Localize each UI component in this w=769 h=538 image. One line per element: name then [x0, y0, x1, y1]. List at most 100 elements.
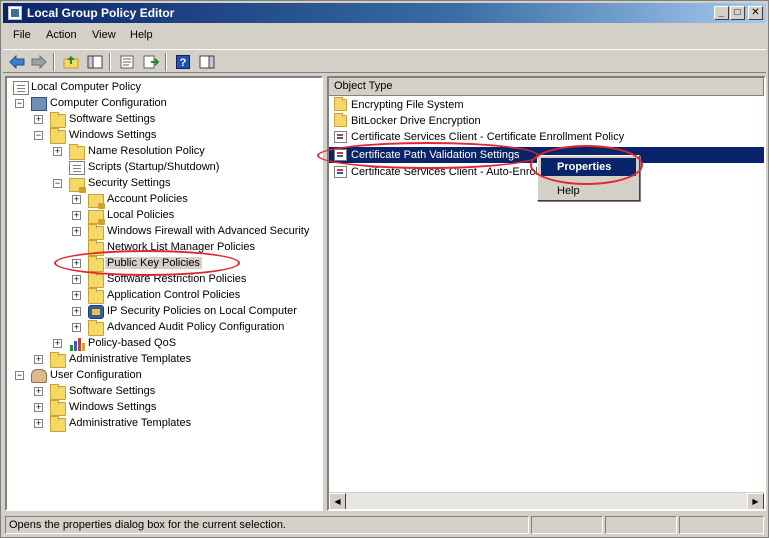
tree-item-name-resolution-policy[interactable]: + Name Resolution Policy	[7, 144, 321, 160]
tree-item-cc-software-settings[interactable]: + Software Settings	[7, 112, 321, 128]
menu-bar: File Action View Help	[3, 25, 766, 47]
window-title: Local Group Policy Editor	[27, 6, 175, 20]
app-window: Local Group Policy Editor _ □ ✕ File Act…	[0, 0, 769, 538]
expand-icon[interactable]: +	[72, 307, 81, 316]
up-folder-icon[interactable]	[61, 52, 81, 72]
tree-item-cc-admin-templates[interactable]: + Administrative Templates	[7, 352, 321, 368]
menu-item-help[interactable]: Help	[541, 182, 636, 200]
help-icon[interactable]: ?	[173, 52, 193, 72]
expand-icon[interactable]: +	[72, 323, 81, 332]
menu-action[interactable]: Action	[46, 29, 77, 41]
collapse-icon[interactable]: −	[53, 179, 62, 188]
list-item[interactable]: Encrypting File System	[329, 97, 764, 113]
folder-icon	[88, 320, 104, 336]
console-tree[interactable]: Local Computer Policy − Computer Configu…	[5, 76, 323, 511]
tree-item-scripts[interactable]: Scripts (Startup/Shutdown)	[7, 160, 321, 176]
status-bar: Opens the properties dialog box for the …	[3, 515, 766, 535]
collapse-icon[interactable]: −	[34, 131, 43, 140]
certificate-icon	[334, 131, 347, 143]
folder-icon	[88, 240, 104, 256]
context-menu: Properties Help	[537, 155, 640, 201]
certificate-icon	[334, 166, 347, 178]
tree-item-user-configuration[interactable]: − User Configuration	[7, 368, 321, 384]
expand-icon[interactable]: +	[34, 115, 43, 124]
maximize-button[interactable]: □	[730, 6, 745, 20]
status-panel-2	[531, 516, 603, 534]
scroll-right-button[interactable]: ▶	[747, 493, 764, 509]
menu-file[interactable]: File	[13, 29, 31, 41]
folder-icon	[334, 97, 347, 111]
tree-item-local-policies[interactable]: + Local Policies	[7, 208, 321, 225]
show-hide-tree-icon[interactable]	[85, 52, 105, 72]
minimize-button[interactable]: _	[714, 6, 729, 20]
status-panel-4	[679, 516, 764, 534]
expand-icon[interactable]: +	[53, 147, 62, 156]
list-header: Object Type	[329, 78, 764, 96]
tree-item-uc-admin-templates[interactable]: + Administrative Templates	[7, 416, 321, 432]
expand-icon[interactable]: +	[34, 355, 43, 364]
tree-item-uc-windows-settings[interactable]: + Windows Settings	[7, 400, 321, 416]
collapse-icon[interactable]: −	[15, 371, 24, 380]
expand-icon[interactable]: +	[72, 195, 81, 204]
title-bar[interactable]: Local Group Policy Editor _ □ ✕	[3, 3, 766, 23]
expand-icon[interactable]: +	[34, 403, 43, 412]
tree-item-account-policies[interactable]: + Account Policies	[7, 192, 321, 209]
folder-icon	[50, 128, 66, 144]
expand-icon[interactable]: +	[72, 259, 81, 268]
tree-item-uc-software-settings[interactable]: + Software Settings	[7, 384, 321, 400]
app-icon	[8, 6, 22, 20]
script-document-icon	[69, 161, 85, 175]
tree-item-network-list-manager[interactable]: Network List Manager Policies	[7, 240, 321, 256]
tree-item-application-control[interactable]: + Application Control Policies	[7, 288, 321, 304]
folder-icon	[50, 384, 66, 400]
expand-icon[interactable]: +	[34, 419, 43, 428]
tree-item-cc-windows-settings[interactable]: − Windows Settings	[7, 128, 321, 144]
status-panel-3	[605, 516, 677, 534]
bar-chart-icon	[69, 337, 85, 351]
policy-document-icon	[13, 81, 29, 95]
menu-help[interactable]: Help	[130, 29, 153, 41]
tree-item-software-restriction[interactable]: + Software Restriction Policies	[7, 272, 321, 288]
computer-icon	[31, 97, 47, 111]
expand-icon[interactable]: +	[53, 339, 62, 348]
tree-item-windows-firewall[interactable]: + Windows Firewall with Advanced Securit…	[7, 224, 321, 240]
tree-item-advanced-audit[interactable]: + Advanced Audit Policy Configuration	[7, 320, 321, 336]
security-folder-icon	[88, 210, 105, 225]
folder-icon	[50, 416, 66, 432]
folder-icon	[50, 352, 66, 368]
folder-icon	[50, 112, 66, 128]
tree-item-policy-based-qos[interactable]: + Policy-based QoS	[7, 336, 321, 352]
tree-item-local-computer-policy[interactable]: Local Computer Policy	[7, 80, 321, 96]
tree-item-public-key-policies[interactable]: + Public Key Policies	[7, 256, 321, 272]
show-action-pane-icon[interactable]	[197, 52, 217, 72]
collapse-icon[interactable]: −	[15, 99, 24, 108]
user-icon	[31, 369, 47, 383]
scroll-left-button[interactable]: ◀	[329, 493, 346, 509]
expand-icon[interactable]: +	[72, 275, 81, 284]
status-text: Opens the properties dialog box for the …	[5, 516, 529, 534]
close-button[interactable]: ✕	[748, 6, 763, 20]
horizontal-scrollbar[interactable]: ◀ ▶	[329, 492, 764, 509]
export-list-icon[interactable]	[141, 52, 161, 72]
folder-icon	[334, 113, 347, 127]
forward-arrow-icon[interactable]	[29, 52, 49, 72]
menu-item-properties[interactable]: Properties	[541, 158, 636, 176]
results-pane[interactable]: Object Type Encrypting File System BitLo…	[327, 76, 766, 511]
menu-view[interactable]: View	[92, 29, 116, 41]
folder-icon	[88, 256, 104, 272]
list-item[interactable]: BitLocker Drive Encryption	[329, 113, 764, 129]
expand-icon[interactable]: +	[34, 387, 43, 396]
expand-icon[interactable]: +	[72, 211, 81, 220]
expand-icon[interactable]: +	[72, 291, 81, 300]
tree-item-security-settings[interactable]: − Security Settings	[7, 176, 321, 193]
expand-icon[interactable]: +	[72, 227, 81, 236]
back-arrow-icon[interactable]	[7, 52, 27, 72]
column-header-object-type[interactable]: Object Type	[329, 78, 764, 96]
tree-item-computer-configuration[interactable]: − Computer Configuration	[7, 96, 321, 112]
certificate-icon	[334, 149, 347, 161]
folder-icon	[88, 272, 104, 288]
folder-icon	[50, 400, 66, 416]
properties-icon[interactable]	[117, 52, 137, 72]
tree-item-ip-security[interactable]: + IP Security Policies on Local Computer	[7, 304, 321, 320]
list-item[interactable]: Certificate Services Client - Certificat…	[329, 129, 764, 145]
